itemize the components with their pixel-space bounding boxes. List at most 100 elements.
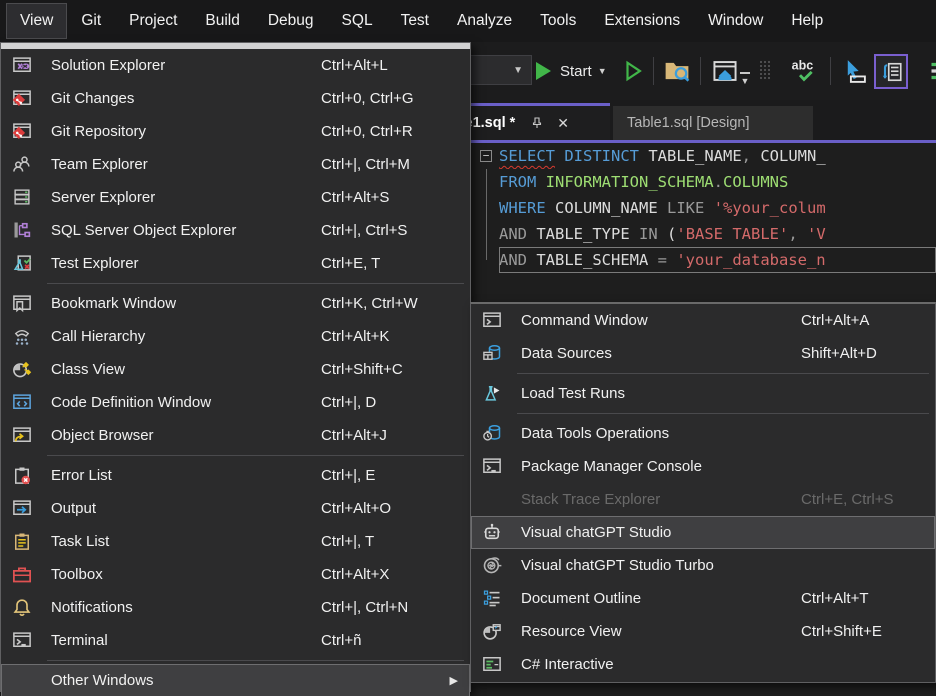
menu-item-git-changes[interactable]: Git ChangesCtrl+0, Ctrl+G <box>1 82 470 115</box>
pin-icon[interactable] <box>529 115 545 131</box>
code-text: FROM INFORMATION_SCHEMA.COLUMNS <box>499 169 936 195</box>
menu-item-error-list[interactable]: Error ListCtrl+|, E <box>1 459 470 492</box>
pointer-tool-button[interactable] <box>840 42 868 100</box>
menu-item-solution-explorer[interactable]: Solution ExplorerCtrl+Alt+L <box>1 49 470 82</box>
menu-separator <box>47 660 464 661</box>
menu-item-bookmark-window[interactable]: Bookmark WindowCtrl+K, Ctrl+W <box>1 287 470 320</box>
clipped-toolbar-button[interactable] <box>928 42 936 100</box>
csharp-interactive-icon <box>481 653 503 675</box>
menu-item-label: SQL Server Object Explorer <box>51 222 236 239</box>
toolbar-overflow-button[interactable]: ▼ <box>740 42 750 100</box>
menu-item-shortcut: Ctrl+Alt+A <box>801 312 869 329</box>
view-menu-dropdown: Solution ExplorerCtrl+Alt+LGit ChangesCt… <box>0 42 471 692</box>
menu-item-label: Document Outline <box>521 590 641 607</box>
menu-item-call-hierarchy[interactable]: Call HierarchyCtrl+Alt+K <box>1 320 470 353</box>
menu-item-git-repository[interactable]: Git RepositoryCtrl+0, Ctrl+R <box>1 115 470 148</box>
fold-margin <box>477 195 499 221</box>
clipped-icon <box>928 58 936 84</box>
toolbar-separator <box>830 57 831 85</box>
menu-item-data-sources[interactable]: Data SourcesShift+Alt+D <box>471 337 935 370</box>
menubar-item-tools[interactable]: Tools <box>526 3 590 39</box>
menu-item-shortcut: Ctrl+Shift+E <box>801 623 882 640</box>
code-text: AND TABLE_TYPE IN ('BASE TABLE', 'V <box>499 221 936 247</box>
toolbar-separator <box>700 57 701 85</box>
find-in-files-button[interactable] <box>664 42 690 100</box>
menubar-item-debug[interactable]: Debug <box>254 3 328 39</box>
menu-item-data-tools-operations[interactable]: Data Tools Operations <box>471 417 935 450</box>
toolbar-drag-handle[interactable] <box>760 42 772 100</box>
toolbar-separator <box>653 57 654 85</box>
run-without-debug-button[interactable] <box>622 42 644 100</box>
menu-item-visual-chatgpt-studio[interactable]: Visual chatGPT Studio <box>471 516 935 549</box>
menu-item-package-manager-console[interactable]: Package Manager Console <box>471 450 935 483</box>
resource-view-icon <box>481 620 503 642</box>
play-outline-icon <box>622 60 644 82</box>
menubar-item-project[interactable]: Project <box>115 3 191 39</box>
menu-item-server-explorer[interactable]: Server Explorer Ctrl+Alt+S <box>1 181 470 214</box>
menu-item-other-windows[interactable]: Other Windows▶ <box>1 664 470 696</box>
menubar-item-analyze[interactable]: Analyze <box>443 3 526 39</box>
code-line-6: 6 <box>436 273 936 299</box>
code-definition-window-icon <box>11 391 33 413</box>
menubar-item-git[interactable]: Git <box>67 3 115 39</box>
menu-item-shortcut: Ctrl+|, T <box>321 533 374 550</box>
fold-margin <box>477 273 499 299</box>
menu-item-label: Error List <box>51 467 112 484</box>
menu-item-command-window[interactable]: Command WindowCtrl+Alt+A <box>471 304 935 337</box>
menu-item-label: Other Windows <box>51 672 154 689</box>
menu-item-shortcut: Ctrl+E, T <box>321 255 380 272</box>
collapse-icon[interactable]: − <box>480 150 492 162</box>
menu-item-code-definition-window[interactable]: Code Definition WindowCtrl+|, D <box>1 386 470 419</box>
code-text: AND TABLE_SCHEMA = 'your_database_n <box>499 247 936 273</box>
menu-item-shortcut: Ctrl+Alt+S <box>321 189 389 206</box>
menu-item-terminal[interactable]: TerminalCtrl+ñ <box>1 624 470 657</box>
menu-item-object-browser[interactable]: Object BrowserCtrl+Alt+J <box>1 419 470 452</box>
other-windows-submenu: Command WindowCtrl+Alt+AData SourcesShif… <box>470 302 936 683</box>
menu-item-shortcut: Ctrl+Shift+C <box>321 361 403 378</box>
tab-table1-sql-design[interactable]: Table1.sql [Design] <box>613 106 813 140</box>
fold-margin[interactable]: − <box>477 143 499 169</box>
fold-margin <box>477 169 499 195</box>
code-line-4: 4AND TABLE_TYPE IN ('BASE TABLE', 'V <box>436 221 936 247</box>
menubar-item-view[interactable]: View <box>6 3 67 39</box>
menu-item-output[interactable]: OutputCtrl+Alt+O <box>1 492 470 525</box>
menubar-item-build[interactable]: Build <box>191 3 253 39</box>
menu-separator <box>47 455 464 456</box>
code-line-3: 3WHERE COLUMN_NAME LIKE '%your_colum <box>436 195 936 221</box>
document-tab-strip: ure1.sql * ✕ Table1.sql [Design] <box>436 100 936 143</box>
menu-item-resource-view[interactable]: Resource ViewCtrl+Shift+E <box>471 615 935 648</box>
menu-item-label: Code Definition Window <box>51 394 211 411</box>
chatgpt-studio-tool-button-selected[interactable] <box>874 54 908 89</box>
menu-item-label: Visual chatGPT Studio Turbo <box>521 557 714 574</box>
menu-item-task-list[interactable]: Task ListCtrl+|, T <box>1 525 470 558</box>
menu-item-document-outline[interactable]: Document OutlineCtrl+Alt+T <box>471 582 935 615</box>
menu-item-visual-chatgpt-studio-turbo[interactable]: Visual chatGPT Studio Turbo <box>471 549 935 582</box>
fold-margin <box>477 247 499 273</box>
menu-item-shortcut: Ctrl+|, Ctrl+N <box>321 599 408 616</box>
package-manager-console-icon <box>481 455 503 477</box>
menu-item-csharp-interactive[interactable]: C# Interactive <box>471 648 935 681</box>
web-browser-button[interactable] <box>712 42 738 100</box>
menu-item-load-test-runs[interactable]: Load Test Runs <box>471 377 935 410</box>
close-icon[interactable]: ✕ <box>557 115 569 132</box>
menu-item-class-view[interactable]: Class ViewCtrl+Shift+C <box>1 353 470 386</box>
menubar-item-extensions[interactable]: Extensions <box>590 3 694 39</box>
menu-item-label: Test Explorer <box>51 255 139 272</box>
menu-item-team-explorer[interactable]: Team ExplorerCtrl+|, Ctrl+M <box>1 148 470 181</box>
menu-separator <box>517 373 929 374</box>
svg-text:abc: abc <box>792 58 814 72</box>
menu-item-shortcut: Ctrl+0, Ctrl+G <box>321 90 414 107</box>
start-debug-button[interactable]: Start ▼ <box>536 42 607 100</box>
menu-item-sql-server-object-explorer[interactable]: SQL Server Object ExplorerCtrl+|, Ctrl+S <box>1 214 470 247</box>
menu-item-notifications[interactable]: NotificationsCtrl+|, Ctrl+N <box>1 591 470 624</box>
menubar-item-sql[interactable]: SQL <box>328 3 387 39</box>
menu-item-toolbox[interactable]: ToolboxCtrl+Alt+X <box>1 558 470 591</box>
menubar-item-window[interactable]: Window <box>694 3 777 39</box>
menubar-item-help[interactable]: Help <box>777 3 837 39</box>
menu-item-label: Server Explorer <box>51 189 155 206</box>
menu-item-test-explorer[interactable]: Test Explorer Ctrl+E, T <box>1 247 470 280</box>
menu-item-label: Object Browser <box>51 427 154 444</box>
spell-check-button[interactable]: abc <box>790 42 820 100</box>
visual-chatgpt-studio-icon <box>481 521 503 543</box>
menubar-item-test[interactable]: Test <box>387 3 443 39</box>
